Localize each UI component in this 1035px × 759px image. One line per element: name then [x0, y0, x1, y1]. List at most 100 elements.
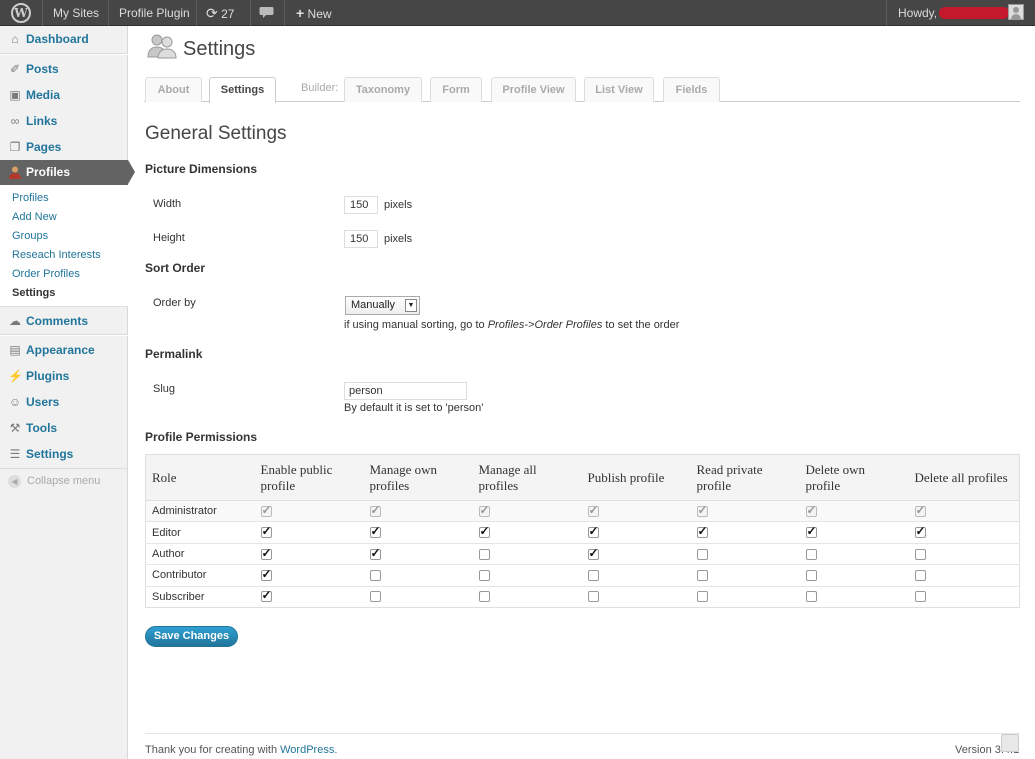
sidebar-item-media[interactable]: ▣ Media: [0, 82, 128, 108]
height-input[interactable]: [344, 230, 378, 248]
people-settings-icon: [147, 34, 177, 59]
speech-bubble-icon: ☁: [9, 314, 21, 328]
permission-checkbox[interactable]: [914, 524, 926, 539]
sidebar-item-tools[interactable]: ⚒ Tools: [0, 415, 128, 441]
height-label: Height: [153, 232, 185, 244]
sidebar-item-pages[interactable]: ❐ Pages: [0, 134, 128, 160]
refresh-icon: ⟳: [206, 5, 218, 21]
tab-about[interactable]: About: [145, 77, 202, 102]
wordpress-link[interactable]: WordPress: [280, 744, 334, 756]
divider: [0, 54, 128, 55]
table-row: Contributor: [145, 564, 1020, 587]
permission-checkbox[interactable]: [696, 524, 708, 539]
permission-checkbox[interactable]: [587, 524, 599, 539]
new-content-link[interactable]: + New: [296, 0, 332, 26]
comments-link[interactable]: [259, 0, 274, 26]
updates-link[interactable]: ⟳ 27: [206, 0, 234, 26]
permission-checkbox[interactable]: [805, 591, 817, 603]
permission-checkbox[interactable]: [478, 591, 490, 603]
permission-checkbox[interactable]: [696, 591, 708, 603]
general-settings-heading: General Settings: [145, 123, 287, 144]
column-header: Manage all profiles: [472, 454, 582, 501]
column-header: Manage own profiles: [363, 454, 473, 501]
submenu-add-new[interactable]: Add New: [12, 211, 57, 223]
footer-period: .: [334, 744, 338, 756]
tab-fields[interactable]: Fields: [663, 77, 720, 102]
submenu-groups[interactable]: Groups: [12, 230, 48, 242]
permission-checkbox: [696, 503, 708, 517]
permission-checkbox[interactable]: [805, 569, 817, 581]
permission-checkbox[interactable]: [260, 567, 272, 581]
sidebar-item-appearance[interactable]: ▤ Appearance: [0, 337, 128, 363]
wordpress-logo-icon[interactable]: W: [11, 3, 31, 23]
sidebar-item-dashboard[interactable]: ⌂ Dashboard: [0, 26, 128, 52]
slug-help-text: By default it is set to 'person': [344, 402, 484, 414]
permission-checkbox[interactable]: [369, 569, 381, 581]
admin-sidebar: ⌂ Dashboard ✐ Posts ▣ Media ∞ Links ❐ Pa…: [0, 26, 135, 759]
pushpin-icon: ✐: [9, 62, 21, 76]
submenu-order-profiles[interactable]: Order Profiles: [12, 268, 80, 280]
permission-checkbox[interactable]: [260, 524, 272, 539]
tab-profile-view[interactable]: Profile View: [491, 77, 576, 102]
permission-checkbox[interactable]: [260, 546, 272, 560]
order-by-select[interactable]: Manually ▼: [345, 296, 420, 315]
permission-checkbox[interactable]: [587, 546, 599, 560]
permission-checkbox[interactable]: [369, 591, 381, 603]
sidebar-item-profiles[interactable]: Profiles: [0, 160, 135, 185]
permission-cell: [254, 564, 364, 587]
sidebar-item-comments[interactable]: ☁ Comments: [0, 308, 128, 334]
table-header-row: Role Enable public profile Manage own pr…: [145, 454, 1020, 501]
tab-list-view[interactable]: List View: [584, 77, 654, 102]
permission-checkbox[interactable]: [478, 524, 490, 539]
sidebar-item-label: Profiles: [26, 165, 71, 179]
permission-checkbox[interactable]: [805, 548, 817, 560]
sidebar-item-label: Users: [26, 395, 60, 409]
permission-checkbox[interactable]: [587, 569, 599, 581]
permission-checkbox[interactable]: [805, 524, 817, 539]
tab-form[interactable]: Form: [430, 77, 482, 102]
column-header: Read private profile: [690, 454, 800, 501]
avatar[interactable]: [1008, 4, 1024, 20]
collapse-menu-button[interactable]: ◀ Collapse menu: [8, 475, 100, 488]
submenu-profiles[interactable]: Profiles: [12, 192, 49, 204]
sidebar-item-links[interactable]: ∞ Links: [0, 108, 128, 134]
howdy-account[interactable]: Howdy,: [898, 0, 1010, 26]
tab-settings[interactable]: Settings: [209, 77, 276, 103]
sidebar-item-settings[interactable]: ☰ Settings: [0, 441, 128, 467]
permission-checkbox[interactable]: [478, 548, 490, 560]
sidebar-item-posts[interactable]: ✐ Posts: [0, 56, 128, 82]
permission-checkbox[interactable]: [914, 569, 926, 581]
permission-checkbox: [587, 503, 599, 517]
my-sites-link[interactable]: My Sites: [53, 0, 99, 26]
sidebar-item-users[interactable]: ☺ Users: [0, 389, 128, 415]
submenu-settings[interactable]: Settings: [12, 287, 55, 299]
permission-checkbox[interactable]: [478, 569, 490, 581]
permission-checkbox[interactable]: [369, 524, 381, 539]
permission-cell: [472, 521, 582, 544]
permission-cell: [690, 542, 800, 565]
plug-icon: ⚡: [8, 369, 23, 383]
permission-checkbox[interactable]: [914, 591, 926, 603]
permission-checkbox[interactable]: [914, 548, 926, 560]
permission-cell: [472, 542, 582, 565]
save-changes-button[interactable]: Save Changes: [145, 626, 238, 647]
permission-checkbox[interactable]: [696, 548, 708, 560]
picture-dimensions-heading: Picture Dimensions: [145, 162, 258, 176]
tab-taxonomy[interactable]: Taxonomy: [344, 77, 422, 102]
person-icon: [9, 166, 21, 179]
scroll-corner-icon: [1001, 734, 1019, 752]
permission-checkbox[interactable]: [587, 591, 599, 603]
sidebar-item-plugins[interactable]: ⚡ Plugins: [0, 363, 128, 389]
permission-checkbox[interactable]: [369, 546, 381, 560]
site-name-link[interactable]: Profile Plugin: [119, 0, 190, 26]
permission-cell: [908, 564, 1020, 587]
media-icon: ▣: [9, 88, 21, 102]
permission-checkbox[interactable]: [696, 569, 708, 581]
permission-checkbox[interactable]: [260, 588, 272, 603]
sort-help-suffix: to set the order: [602, 319, 680, 331]
width-input[interactable]: [344, 196, 378, 214]
plus-icon: +: [296, 5, 305, 21]
slug-input[interactable]: [344, 382, 467, 400]
submenu-research-interests[interactable]: Reseach Interests: [12, 249, 101, 261]
house-icon: ⌂: [11, 32, 19, 46]
